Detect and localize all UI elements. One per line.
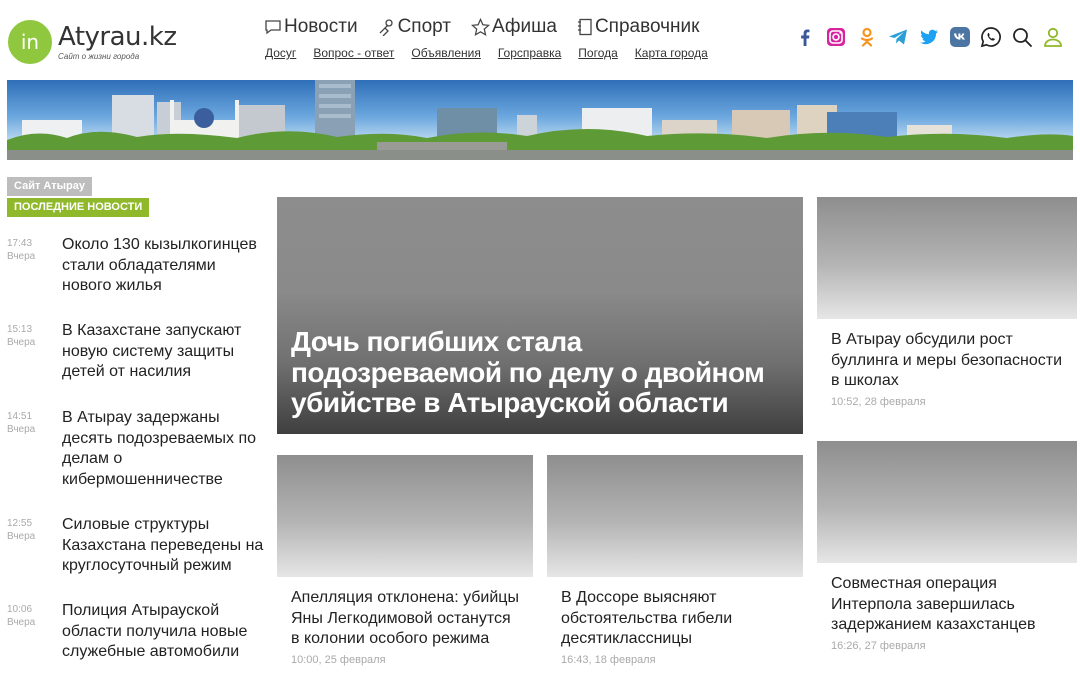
city-panorama-banner (7, 80, 1073, 160)
hero-title[interactable]: Дочь погибших стала подозреваемой по дел… (291, 326, 791, 419)
nav-item-label: Новости (284, 16, 358, 37)
news-card[interactable]: Совместная операция Интерпола завершилас… (817, 441, 1077, 656)
hero-news-card[interactable]: Дочь погибших стала подозреваемой по дел… (277, 197, 803, 434)
news-title[interactable]: В Казахстане запускают новую систему защ… (62, 321, 267, 383)
chat-bubble-icon (265, 20, 281, 35)
sub-nav-qa[interactable]: Вопрос - ответ (313, 46, 394, 60)
news-card-image[interactable] (277, 455, 533, 577)
nav-item-label: Справочник (594, 16, 700, 37)
sub-nav-city-map[interactable]: Карта города (635, 46, 708, 60)
sub-nav-leisure[interactable]: Досуг (265, 46, 296, 60)
sub-nav-ads[interactable]: Объявления (411, 46, 480, 60)
news-day: Вчера (7, 337, 36, 348)
news-card-title[interactable]: В Атырау обсудили рост буллинга и меры б… (831, 330, 1063, 392)
sub-nav: Досуг Вопрос - ответ Объявления Горсправ… (265, 46, 708, 60)
news-time: 12:55 (7, 518, 33, 529)
user-icon[interactable] (1042, 26, 1064, 48)
whatsapp-icon[interactable] (980, 26, 1002, 48)
news-time: 17:43 (7, 238, 33, 249)
news-card-image[interactable] (817, 441, 1077, 563)
news-card-date: 16:26, 27 февраля (831, 640, 926, 652)
news-card[interactable]: В Атырау обсудили рост буллинга и меры б… (817, 197, 1077, 417)
nav-item-sport[interactable]: Спорт (378, 16, 451, 38)
vk-icon[interactable] (949, 26, 971, 48)
nav-item-news[interactable]: Новости (264, 16, 358, 38)
news-day: Вчера (7, 617, 36, 628)
notebook-icon (577, 18, 592, 36)
site-logo[interactable]: in Atyrau.kz Сайт о жизни города (8, 18, 178, 66)
latest-news-tag[interactable]: ПОСЛЕДНИЕ НОВОСТИ (7, 198, 150, 217)
city-skyline-image (7, 80, 1073, 160)
news-day: Вчера (7, 251, 36, 262)
news-title[interactable]: Около 130 кызылкогинцев стали обладателя… (62, 235, 267, 297)
news-title[interactable]: В Атырау задержаны десять подозреваемых … (62, 408, 267, 490)
search-icon[interactable] (1011, 26, 1033, 48)
odnoklassniki-icon[interactable] (856, 26, 878, 48)
news-card-title[interactable]: Совместная операция Интерпола завершилас… (831, 574, 1063, 636)
sub-nav-weather[interactable]: Погода (578, 46, 618, 60)
nav-item-directory[interactable]: Справочник (577, 16, 700, 38)
news-time: 14:51 (7, 411, 33, 422)
news-time: 10:06 (7, 604, 33, 615)
main-nav: Новости Спорт Афиша Справочник (264, 16, 699, 38)
news-card-date: 10:52, 28 февраля (831, 396, 926, 408)
news-day: Вчера (7, 531, 36, 542)
logo-mark: in (8, 20, 52, 64)
news-title[interactable]: Силовые структуры Казахстана переведены … (62, 515, 267, 577)
news-card-date: 16:43, 18 февраля (561, 654, 656, 666)
logo-tagline: Сайт о жизни города (58, 52, 140, 61)
social-links (794, 26, 1064, 48)
sport-icon (379, 19, 393, 36)
telegram-icon[interactable] (887, 26, 909, 48)
news-card-title[interactable]: Апелляция отклонена: убийцы Яны Легкодим… (291, 588, 519, 650)
logo-name: Atyrau.kz (58, 22, 177, 52)
sub-nav-city-info[interactable]: Горсправка (498, 46, 561, 60)
site-header: in Atyrau.kz Сайт о жизни города Новости… (0, 0, 1080, 80)
star-icon (471, 17, 490, 36)
nav-item-label: Афиша (492, 16, 557, 37)
news-card-image[interactable] (817, 197, 1077, 319)
news-title[interactable]: Полиция Атырауской области получила новы… (62, 601, 267, 663)
nav-item-afisha[interactable]: Афиша (471, 16, 557, 38)
news-card-image[interactable] (547, 455, 803, 577)
news-time: 15:13 (7, 324, 33, 335)
news-card-title[interactable]: В Доссоре выясняют обстоятельства гибели… (561, 588, 789, 650)
instagram-icon[interactable] (825, 26, 847, 48)
news-day: Вчера (7, 424, 36, 435)
news-card[interactable]: Апелляция отклонена: убийцы Яны Легкодим… (277, 455, 533, 670)
site-tag[interactable]: Сайт Атырау (7, 177, 92, 196)
twitter-icon[interactable] (918, 26, 940, 48)
news-card-date: 10:00, 25 февраля (291, 654, 386, 666)
facebook-icon[interactable] (794, 26, 816, 48)
news-card[interactable]: В Доссоре выясняют обстоятельства гибели… (547, 455, 803, 670)
nav-item-label: Спорт (397, 16, 451, 37)
